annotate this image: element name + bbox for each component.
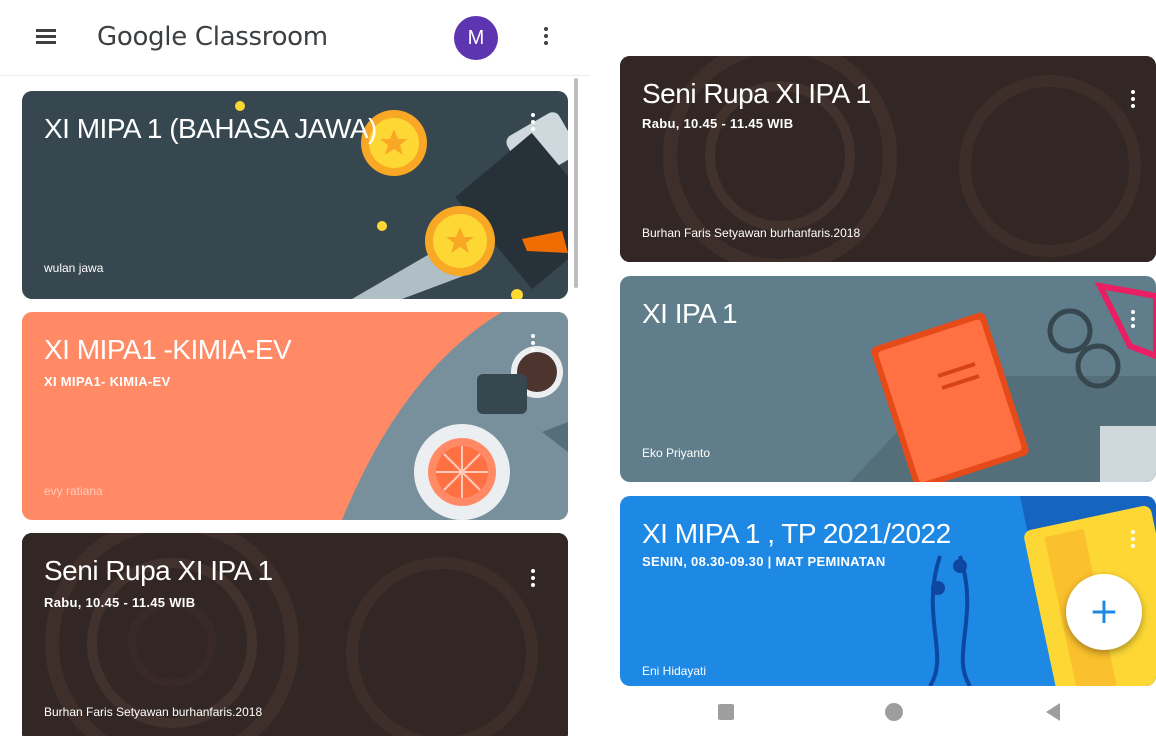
teacher-name: Burhan Faris Setyawan burhanfaris.2018 — [642, 226, 861, 240]
top-app-bar: Google Classroom M — [0, 0, 590, 76]
class-title[interactable]: Seni Rupa XI IPA 1 — [642, 78, 871, 110]
class-card[interactable]: XI MIPA 1 (BAHASA JAWA) wulan jawa — [22, 91, 568, 299]
class-card[interactable]: XI MIPA1 -KIMIA-EV XI MIPA1- KIMIA-EV ev… — [22, 312, 568, 520]
more-vert-icon[interactable] — [1130, 90, 1136, 112]
class-card[interactable]: XI IPA 1 Eko Priyanto — [620, 276, 1156, 482]
teacher-name: Eni Hidayati — [642, 664, 707, 678]
system-nav-bar — [590, 686, 1156, 736]
class-title[interactable]: Seni Rupa XI IPA 1 — [44, 555, 273, 587]
class-title[interactable]: XI IPA 1 — [642, 298, 738, 330]
square-recents-icon[interactable] — [718, 704, 734, 720]
class-section: SENIN, 08.30-09.30 | MAT PEMINATAN — [642, 554, 886, 569]
more-vert-icon[interactable] — [530, 113, 536, 135]
class-card[interactable]: Seni Rupa XI IPA 1 Rabu, 10.45 - 11.45 W… — [620, 56, 1156, 262]
more-vert-icon[interactable] — [1130, 530, 1136, 552]
class-section: Rabu, 10.45 - 11.45 WIB — [44, 595, 196, 610]
circle-home-icon[interactable] — [885, 703, 903, 721]
more-vert-icon[interactable] — [1130, 310, 1136, 332]
teacher-name: Eko Priyanto — [642, 446, 711, 460]
create-class-fab[interactable]: + — [1066, 574, 1142, 650]
triangle-back-icon[interactable] — [1046, 703, 1060, 721]
more-vert-icon[interactable] — [530, 334, 536, 356]
class-title[interactable]: XI MIPA 1 (BAHASA JAWA) — [44, 113, 377, 145]
teacher-name: Burhan Faris Setyawan burhanfaris.2018 — [44, 705, 263, 719]
class-title[interactable]: XI MIPA1 -KIMIA-EV — [44, 334, 292, 366]
more-vert-icon[interactable] — [543, 27, 549, 49]
scrollbar[interactable] — [574, 78, 578, 288]
right-screen: Seni Rupa XI IPA 1 Rabu, 10.45 - 11.45 W… — [590, 0, 1156, 736]
more-vert-icon[interactable] — [530, 569, 536, 591]
teacher-name: wulan jawa — [44, 261, 104, 275]
plus-icon: + — [1088, 591, 1120, 632]
avatar[interactable]: M — [454, 16, 498, 60]
class-section: XI MIPA1- KIMIA-EV — [44, 374, 171, 389]
hamburger-icon[interactable] — [36, 26, 64, 48]
class-title[interactable]: XI MIPA 1 , TP 2021/2022 — [642, 518, 951, 550]
class-section: Rabu, 10.45 - 11.45 WIB — [642, 116, 794, 131]
left-screen: Google Classroom M XI MIPA 1 (BAHASA JAW… — [0, 0, 590, 736]
app-title: Google Classroom — [97, 22, 328, 52]
teacher-name: evy ratiana — [44, 484, 103, 498]
class-card[interactable]: Seni Rupa XI IPA 1 Rabu, 10.45 - 11.45 W… — [22, 533, 568, 736]
